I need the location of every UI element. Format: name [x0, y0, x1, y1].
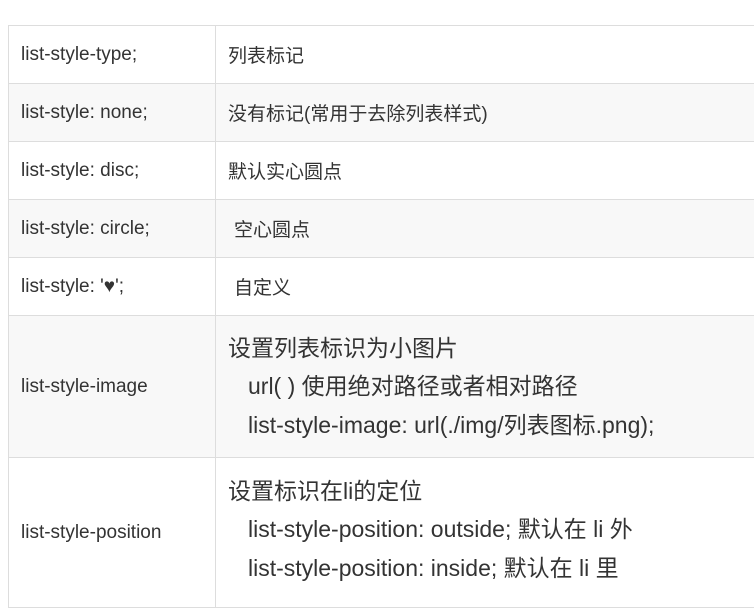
description-heading: 设置标识在li的定位 — [228, 478, 423, 504]
description-cell: 空心圆点 — [234, 220, 311, 241]
description-cell: 设置标识在li的定位 list-style-position: outside;… — [216, 458, 754, 607]
property-cell: list-style: disc; — [9, 142, 216, 199]
property-cell: list-style: none; — [9, 84, 216, 141]
property-cell: list-style: '♥'; — [9, 258, 216, 315]
css-list-style-table: list-style-type; 列表标记 list-style: none; … — [8, 25, 754, 608]
description-heading: 设置列表标识为小图片 — [228, 334, 458, 361]
table-row: list-style-type; 列表标记 — [9, 26, 754, 84]
description-line: list-style-image: url(./img/列表图标.png); — [248, 411, 655, 438]
description-line: list-style-position: outside; 默认在 li 外 — [248, 516, 633, 542]
description-cell: 没有标记(常用于去除列表样式) — [228, 104, 488, 125]
description-cell: 列表标记 — [228, 46, 305, 67]
table-row: list-style: none; 没有标记(常用于去除列表样式) — [9, 84, 754, 142]
description-line: list-style-position: inside; 默认在 li 里 — [248, 555, 619, 581]
table-row: list-style: circle; 空心圆点 — [9, 200, 754, 258]
table-row: list-style: disc; 默认实心圆点 — [9, 142, 754, 200]
table-row: list-style: '♥'; 自定义 — [9, 258, 754, 316]
property-cell: list-style-type; — [9, 26, 216, 83]
property-cell: list-style-position — [9, 458, 216, 607]
table-row: list-style-position 设置标识在li的定位 list-styl… — [9, 458, 754, 608]
property-cell: list-style-image — [9, 316, 216, 457]
description-cell: 默认实心圆点 — [228, 162, 343, 183]
description-line: url( ) 使用绝对路径或者相对路径 — [248, 372, 578, 399]
description-cell: 自定义 — [234, 278, 292, 299]
property-cell: list-style: circle; — [9, 200, 216, 257]
description-cell: 设置列表标识为小图片 url( ) 使用绝对路径或者相对路径 list-styl… — [216, 316, 754, 457]
table-row: list-style-image 设置列表标识为小图片 url( ) 使用绝对路… — [9, 316, 754, 458]
